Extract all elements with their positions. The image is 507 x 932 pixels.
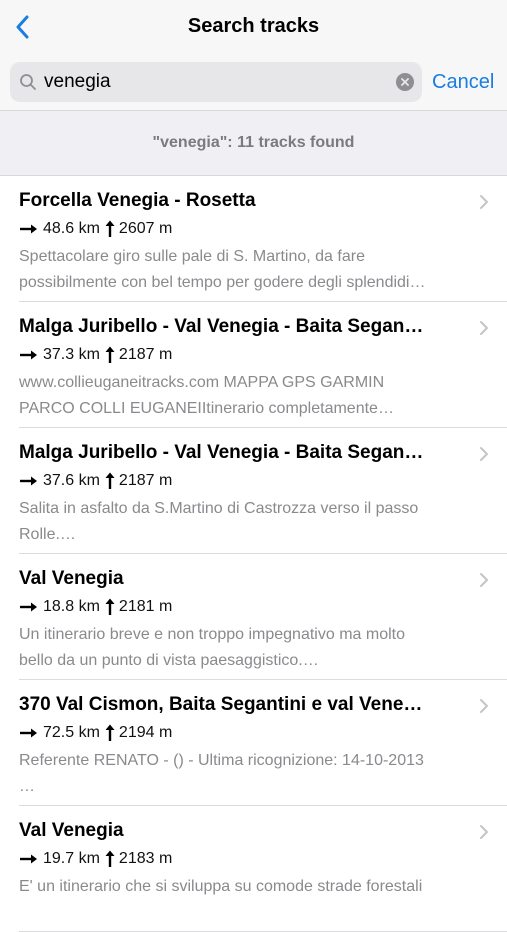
- track-title: Val Venegia: [19, 820, 124, 841]
- chevron-right-icon: [480, 699, 488, 713]
- clear-search-button[interactable]: [396, 73, 414, 91]
- search-input[interactable]: [44, 68, 384, 96]
- chevron-right-icon: [480, 321, 488, 335]
- track-distance: 72.5 km: [43, 724, 100, 741]
- track-distance: 48.6 km: [43, 220, 100, 237]
- track-description: Referente RENATO - () - Ultima ricognizi…: [19, 752, 424, 795]
- track-row[interactable]: Malga Juribello - Val Venegia - Baita Se…: [0, 302, 507, 428]
- chevron-right-icon: [480, 825, 488, 839]
- arrow-up-icon: [105, 850, 115, 867]
- chevron-right-icon: [480, 195, 488, 209]
- arrow-right-icon: [20, 854, 37, 864]
- search-row: Cancel: [0, 54, 507, 110]
- track-title: Val Venegia: [19, 568, 124, 589]
- results-summary-bar: "venegia": 11 tracks found: [0, 110, 507, 176]
- chevron-right-icon: [480, 447, 488, 461]
- track-title: Forcella Venegia - Rosetta: [19, 190, 256, 211]
- results-count-label: "venegia": 11 tracks found: [152, 134, 355, 151]
- track-list: Forcella Venegia - Rosetta 48.6 km 2607 …: [0, 176, 507, 932]
- arrow-right-icon: [20, 350, 37, 360]
- track-stats: 72.5 km 2194 m: [19, 724, 172, 742]
- track-row[interactable]: Forcella Venegia - Rosetta 48.6 km 2607 …: [0, 176, 507, 302]
- track-distance: 18.8 km: [43, 598, 100, 615]
- track-row[interactable]: Val Venegia 19.7 km 2183 m E' un itinera…: [0, 806, 507, 932]
- cancel-button[interactable]: Cancel: [432, 71, 494, 94]
- arrow-up-icon: [105, 598, 115, 615]
- track-description: Salita in asfalto da S.Martino di Castro…: [19, 500, 419, 543]
- track-description: www.collieuganeitracks.com MAPPA GPS GAR…: [19, 374, 394, 417]
- search-icon: [20, 74, 36, 90]
- chevron-right-icon: [480, 573, 488, 587]
- arrow-up-icon: [105, 346, 115, 363]
- track-description: Un itinerario breve e non troppo impegna…: [19, 626, 405, 669]
- search-box[interactable]: [10, 62, 422, 102]
- track-elevation: 2187 m: [118, 346, 173, 363]
- arrow-right-icon: [20, 602, 37, 612]
- track-stats: 37.3 km 2187 m: [19, 346, 172, 364]
- page-title: Search tracks: [187, 15, 320, 37]
- track-row[interactable]: Val Venegia 18.8 km 2181 m Un itinerario…: [0, 554, 507, 680]
- arrow-right-icon: [20, 728, 37, 738]
- track-stats: 37.6 km 2187 m: [19, 472, 172, 490]
- track-title: 370 Val Cismon, Baita Segantini e val Ve…: [19, 694, 423, 715]
- track-row[interactable]: 370 Val Cismon, Baita Segantini e val Ve…: [0, 680, 507, 806]
- track-distance: 37.6 km: [43, 472, 100, 489]
- track-description: Spettacolare giro sulle pale di S. Marti…: [19, 248, 426, 291]
- close-icon: [401, 78, 409, 86]
- arrow-up-icon: [105, 472, 115, 489]
- track-elevation: 2187 m: [118, 472, 173, 489]
- track-title: Malga Juribello - Val Venegia - Baita Se…: [19, 316, 424, 337]
- arrow-right-icon: [20, 476, 37, 486]
- arrow-up-icon: [105, 220, 115, 237]
- track-row[interactable]: Malga Juribello - Val Venegia - Baita Se…: [0, 428, 507, 554]
- track-elevation: 2183 m: [118, 850, 173, 867]
- track-stats: 48.6 km 2607 m: [19, 220, 172, 238]
- track-distance: 37.3 km: [43, 346, 100, 363]
- track-stats: 18.8 km 2181 m: [19, 598, 172, 616]
- track-elevation: 2181 m: [118, 598, 173, 615]
- track-title: Malga Juribello - Val Venegia - Baita Se…: [19, 442, 424, 463]
- arrow-right-icon: [20, 224, 37, 234]
- track-stats: 19.7 km 2183 m: [19, 850, 172, 868]
- navigation-bar: Search tracks: [0, 0, 507, 54]
- track-elevation: 2607 m: [118, 220, 173, 237]
- track-distance: 19.7 km: [43, 850, 100, 867]
- track-elevation: 2194 m: [118, 724, 173, 741]
- arrow-up-icon: [105, 724, 115, 741]
- track-description: E' un itinerario che si sviluppa su como…: [19, 878, 423, 895]
